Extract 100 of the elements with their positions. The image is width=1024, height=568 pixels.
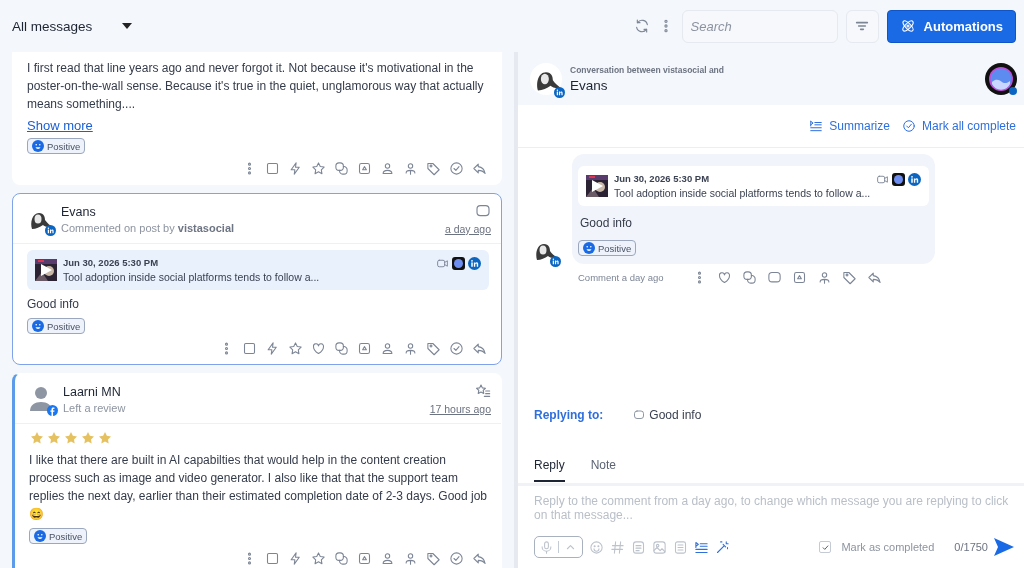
checkbox[interactable] — [819, 541, 832, 553]
inbox-icon[interactable] — [357, 551, 372, 566]
author-name: Laarni MN — [63, 384, 122, 399]
refresh-icon[interactable] — [633, 18, 650, 34]
heart-icon[interactable] — [311, 341, 326, 356]
message-card[interactable] — [12, 373, 502, 568]
send-icon[interactable] — [994, 538, 1014, 556]
star-icon[interactable] — [288, 341, 303, 356]
chat-icon[interactable] — [334, 161, 349, 176]
reply-icon[interactable] — [472, 161, 487, 176]
image-icon[interactable] — [652, 539, 667, 555]
play-icon[interactable] — [40, 264, 52, 276]
video-icon[interactable] — [876, 173, 890, 186]
character-counter: 0/1750 — [954, 541, 988, 553]
chat-icon[interactable] — [334, 341, 349, 356]
assign-icon[interactable] — [403, 341, 418, 356]
bolt-icon[interactable] — [265, 341, 280, 356]
timestamp-link[interactable]: a day ago — [444, 223, 491, 235]
message-text: I first read that line years ago and never forgot it. Not because it's motivational in the poster-on-the-wall sense. Because it's true in the quiet, unglamorous way that actually means something.... — [27, 60, 485, 113]
network-badge-icon — [47, 405, 58, 416]
message-text: Good info — [27, 296, 81, 313]
message-time: Comment a day ago — [578, 272, 664, 283]
video-icon[interactable] — [436, 257, 449, 270]
chat-icon[interactable] — [334, 551, 349, 566]
post-preview[interactable]: Jun 30, 2026 5:30 PM Tool adoption inside social platforms tends to follow a... — [578, 166, 930, 206]
summarize-link[interactable]: Summarize — [809, 119, 890, 133]
check-icon — [820, 542, 830, 552]
replying-to-text: Good info — [649, 408, 702, 422]
composer-tab[interactable]: Note — [590, 450, 617, 482]
tag-icon[interactable] — [426, 341, 441, 356]
rating-star — [80, 430, 96, 446]
message-bubble[interactable]: Jun 30, 2026 5:30 PM Tool adoption inside social platforms tends to follow a... Good info Positive — [572, 154, 936, 264]
message-card[interactable] — [12, 52, 502, 185]
star-icon[interactable] — [311, 551, 326, 566]
app-icon — [452, 257, 465, 270]
activity-text: Left a review — [63, 401, 127, 414]
timestamp-link[interactable]: 17 hours ago — [429, 403, 491, 415]
show-more-link[interactable]: Show more — [27, 118, 93, 133]
inbox-icon[interactable] — [791, 270, 807, 285]
text-icon[interactable] — [631, 539, 646, 555]
assign-icon[interactable] — [403, 551, 418, 566]
select-checkbox[interactable] — [265, 551, 280, 566]
composer-tab[interactable]: Reply — [534, 450, 565, 482]
network-badge-icon — [550, 256, 561, 267]
assign-icon[interactable] — [403, 161, 418, 176]
message-card[interactable]: Evans Commented on post by vistasocial a day ago Jun 30, 2026 5:30 PM Tool adoption inside social platforms tends to follow a... Good info Positive — [12, 193, 502, 365]
contact-name: Evans — [570, 77, 609, 93]
author-name: Evans — [61, 204, 97, 219]
person-icon[interactable] — [380, 341, 395, 356]
sentiment-tag: Positive — [27, 318, 86, 334]
star-icon[interactable] — [311, 161, 326, 176]
rating-star — [97, 430, 113, 446]
select-checkbox[interactable] — [242, 341, 257, 356]
mark-all-complete-link[interactable]: Mark all complete — [901, 119, 1016, 133]
filter-dropdown[interactable]: All messages — [12, 18, 132, 34]
tag-icon[interactable] — [426, 551, 441, 566]
conversation-caption: Conversation between vistasocial and — [570, 64, 725, 75]
summarize-icon[interactable] — [809, 119, 824, 133]
sentiment-tag: Positive — [29, 528, 88, 544]
tag-icon[interactable] — [426, 161, 441, 176]
reply-icon[interactable] — [472, 341, 487, 356]
post-date: Jun 30, 2026 5:30 PM — [614, 173, 711, 184]
list-icon[interactable] — [673, 539, 688, 555]
hashtag-icon[interactable] — [610, 539, 625, 555]
search-field[interactable]: Search — [681, 9, 838, 43]
person-icon[interactable] — [380, 551, 395, 566]
inbox-icon[interactable] — [357, 161, 372, 176]
automations-button[interactable]: Automations — [886, 9, 1016, 43]
reply-icon[interactable] — [472, 551, 487, 566]
heart-icon[interactable] — [716, 270, 732, 285]
replying-to-label: Replying to: — [534, 408, 604, 422]
account-avatar[interactable] — [984, 61, 1018, 96]
caret-icon — [122, 23, 132, 29]
tag-icon[interactable] — [841, 270, 857, 285]
play-icon[interactable] — [591, 180, 603, 192]
chat-icon[interactable] — [741, 270, 757, 285]
review-icon[interactable] — [475, 383, 491, 399]
filter-button[interactable] — [845, 9, 879, 43]
rating-star — [46, 430, 62, 446]
select-checkbox[interactable] — [265, 161, 280, 176]
person-icon[interactable] — [380, 161, 395, 176]
inbox-icon[interactable] — [357, 341, 372, 356]
network-badge-icon — [45, 225, 56, 236]
check-circle-icon[interactable] — [449, 161, 464, 176]
comment-icon[interactable] — [633, 409, 646, 421]
reply-icon[interactable] — [866, 270, 882, 285]
smiley-icon — [34, 530, 46, 542]
comment-icon[interactable] — [766, 270, 782, 285]
summarize-icon[interactable] — [694, 539, 709, 555]
post-preview[interactable]: Jun 30, 2026 5:30 PM Tool adoption inside social platforms tends to follow a... — [27, 250, 489, 290]
comment-icon[interactable] — [475, 203, 491, 219]
check-circle-icon[interactable] — [449, 551, 464, 566]
smiley-icon — [583, 242, 595, 254]
network-badge-icon — [554, 86, 565, 98]
check-circle-icon[interactable] — [901, 119, 916, 133]
bolt-icon[interactable] — [288, 161, 303, 176]
check-circle-icon[interactable] — [449, 341, 464, 356]
smiley-icon — [32, 140, 44, 152]
bolt-icon[interactable] — [288, 551, 303, 566]
magic-wand-icon[interactable] — [715, 539, 730, 555]
